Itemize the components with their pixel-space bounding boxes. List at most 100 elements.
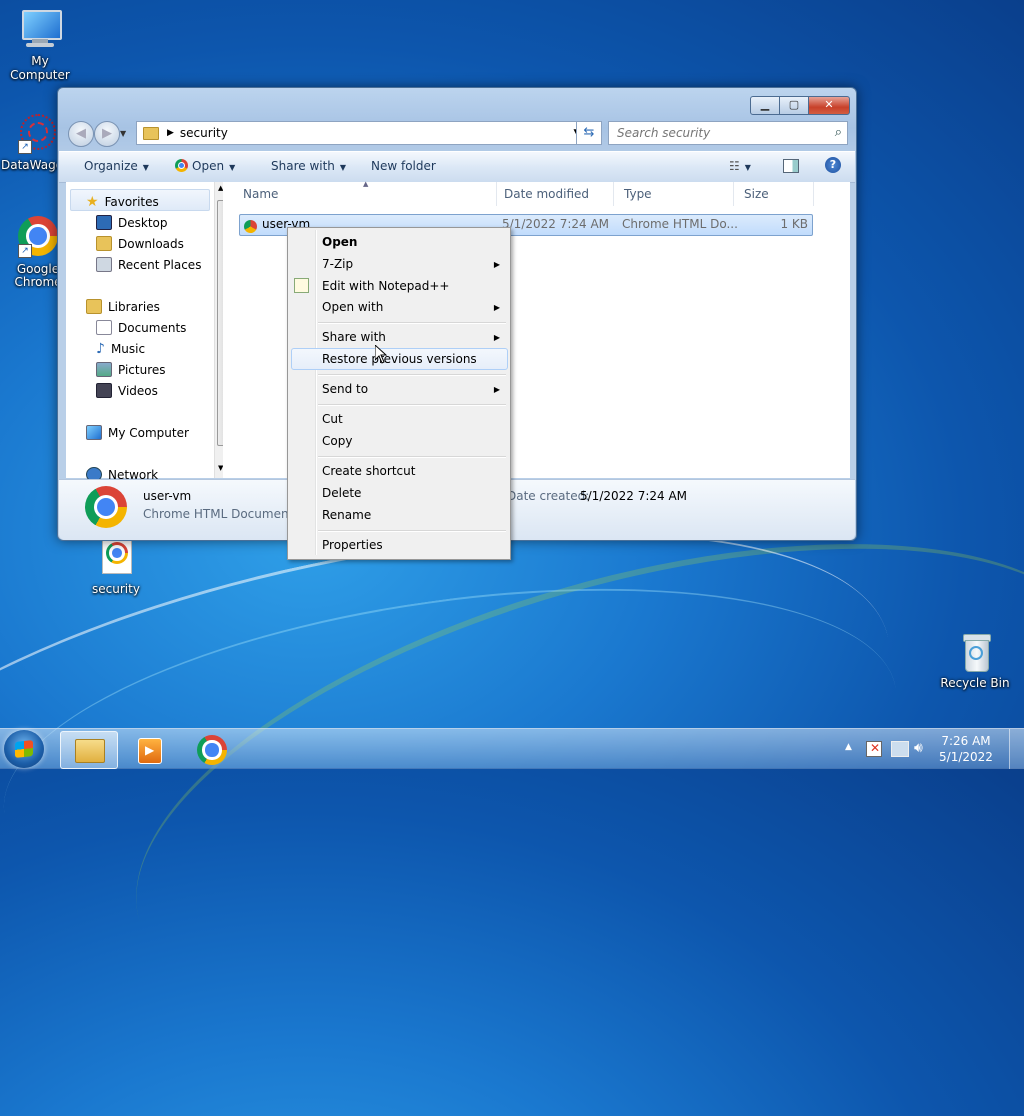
chevron-down-icon: ▼ [142,163,149,172]
column-header-type[interactable]: Type [614,182,734,206]
help-button[interactable]: ? [825,157,841,173]
star-icon: ★ [86,194,99,210]
nav-label: Favorites [104,195,159,209]
chrome-icon [85,486,127,528]
nav-label: Desktop [118,215,168,230]
nav-label: Pictures [118,362,166,377]
submenu-arrow-icon: ▶ [493,385,500,394]
menu-item-delete[interactable]: Delete [322,486,361,500]
minimize-button[interactable]: ▁ [750,96,780,115]
recycle-bin-icon [953,630,997,674]
desktop-icon-security[interactable]: security [76,536,156,596]
chrome-html-file-icon [94,536,138,580]
menu-item-restore-previous-versions[interactable]: Restore previous versions [322,352,477,366]
address-bar[interactable]: ▶ security ▼ [136,121,586,145]
maximize-button[interactable]: ▢ [779,96,809,115]
network-tray-icon[interactable] [891,741,909,757]
view-list-icon: ☷ [729,159,740,173]
desktop-icon-my-computer[interactable]: My Computer [0,8,80,82]
nav-music[interactable]: ♪ Music [96,341,145,357]
back-button[interactable]: ◀ [68,121,94,147]
column-header-size[interactable]: Size [734,182,814,206]
navigation-bar: ◀ ▶ ▼ ▶ security ▼ ⇆ ⌕ [66,119,848,147]
nav-label: Documents [118,320,187,335]
nav-pictures[interactable]: Pictures [96,362,166,377]
submenu-arrow-icon: ▶ [493,333,500,342]
libraries-icon [86,299,102,314]
window-controls: ▁ ▢ ✕ [750,96,850,115]
chevron-down-icon: ▼ [339,163,347,172]
column-header-date-modified[interactable]: Date modified [494,182,614,206]
details-date-created-label: Date created: [507,489,590,503]
recent-places-icon [96,257,112,272]
folder-icon [75,739,105,763]
organize-menu[interactable]: Organize ▼ [84,159,149,173]
preview-pane-icon [783,159,799,173]
chrome-icon [175,159,188,172]
taskbar-chrome-button[interactable] [184,731,240,767]
menu-separator [318,322,506,324]
taskbar-media-player-button[interactable]: ▶ [122,731,178,767]
search-icon[interactable]: ⌕ [835,125,842,140]
nav-libraries[interactable]: Libraries [86,299,160,314]
column-header-name[interactable]: Name [233,182,497,206]
show-hidden-icons-button[interactable]: ▲ [845,742,852,752]
refresh-button[interactable]: ⇆ [576,121,602,145]
desktop-icon-label: security [92,582,140,596]
menu-item-create-shortcut[interactable]: Create shortcut [322,464,415,478]
desktop-icon-recycle-bin[interactable]: Recycle Bin [935,630,1015,690]
desktop-icon [96,215,112,230]
refresh-icon: ⇆ [583,125,595,140]
preview-pane-button[interactable] [783,159,799,176]
start-button[interactable] [4,730,44,768]
menu-item-edit-with-notepad-plus-plus[interactable]: Edit with Notepad++ [322,279,449,293]
menu-item-rename[interactable]: Rename [322,508,371,522]
menu-item-share-with[interactable]: Share with [322,330,386,344]
volume-icon[interactable]: 🔊︎ [914,740,923,756]
nav-desktop[interactable]: Desktop [96,215,168,230]
menu-separator [318,404,506,406]
nav-favorites[interactable]: ★ Favorites [86,194,159,210]
context-menu: Open 7-Zip ▶ Edit with Notepad++ Open wi… [287,227,511,560]
open-button[interactable]: Open ▼ [175,159,235,173]
menu-item-properties[interactable]: Properties [322,538,383,552]
nav-videos[interactable]: Videos [96,383,158,398]
share-with-menu[interactable]: Share with ▼ [271,159,346,173]
nav-recent-places[interactable]: Recent Places [96,257,201,272]
mouse-cursor-icon [375,345,387,364]
search-box[interactable]: ⌕ [608,121,848,145]
chrome-icon [197,735,227,765]
recent-pages-chevron-icon[interactable]: ▼ [120,129,126,138]
menu-item-open[interactable]: Open [322,235,357,249]
chrome-icon: ↗ [16,216,60,260]
forward-button[interactable]: ▶ [94,121,120,147]
organize-label: Organize [84,159,138,173]
menu-gutter [315,230,317,555]
nav-label: My Computer [108,425,189,440]
breadcrumb-security[interactable]: security [180,126,228,140]
shortcut-arrow-icon: ↗ [18,140,32,154]
nav-documents[interactable]: Documents [96,320,186,335]
taskbar-explorer-button[interactable] [60,731,118,769]
clock[interactable]: 7:26 AM 5/1/2022 [936,733,996,765]
nav-my-computer[interactable]: My Computer [86,425,189,440]
menu-item-send-to[interactable]: Send to [322,382,368,396]
play-icon: ▶ [145,743,155,757]
action-center-flag-icon[interactable]: ✕ [866,741,882,757]
videos-icon [96,383,112,398]
pictures-icon [96,362,112,377]
new-folder-button[interactable]: New folder [371,159,436,173]
command-bar: Organize ▼ Open ▼ Share with ▼ New folder ☷… [59,151,855,183]
close-button[interactable]: ✕ [808,96,850,115]
menu-item-cut[interactable]: Cut [322,412,343,426]
change-view-button[interactable]: ☷ ▼ [729,159,751,173]
search-input[interactable] [615,125,819,141]
folder-icon [143,126,159,140]
menu-item-open-with[interactable]: Open with [322,300,383,314]
nav-label: Music [110,342,146,356]
nav-downloads[interactable]: Downloads [96,236,184,251]
breadcrumb-separator-icon[interactable]: ▶ [167,128,174,138]
menu-item-copy[interactable]: Copy [322,434,352,448]
show-desktop-button[interactable] [1009,729,1024,769]
menu-item-7-zip[interactable]: 7-Zip [322,257,353,271]
